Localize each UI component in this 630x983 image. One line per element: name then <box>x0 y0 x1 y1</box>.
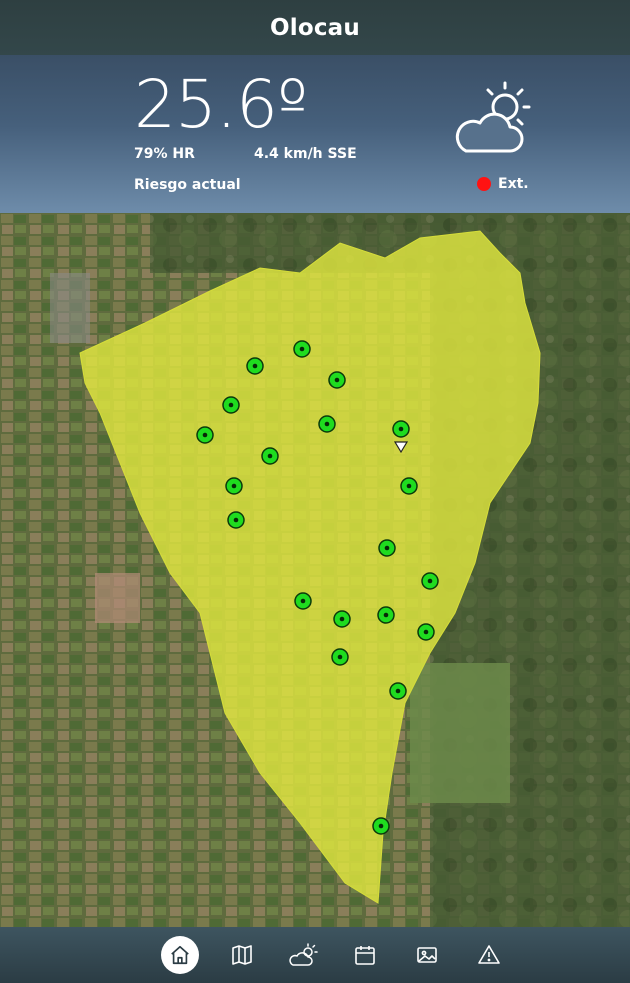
nav-alerts[interactable] <box>471 937 507 973</box>
station-marker[interactable] <box>421 572 439 590</box>
map-canvas[interactable] <box>0 213 630 927</box>
station-marker[interactable] <box>227 511 245 529</box>
risk-level-indicator: Ext. <box>477 176 529 192</box>
temperature-value: 25.6º <box>134 66 308 143</box>
station-marker[interactable] <box>261 447 279 465</box>
station-marker[interactable] <box>392 420 410 438</box>
station-marker[interactable] <box>333 610 351 628</box>
nav-map[interactable] <box>224 937 260 973</box>
home-icon <box>171 945 189 965</box>
station-marker[interactable] <box>246 357 264 375</box>
bottom-nav <box>0 927 630 983</box>
station-marker[interactable] <box>328 371 346 389</box>
calendar-icon <box>355 946 375 965</box>
station-marker[interactable] <box>293 340 311 358</box>
weather-icon <box>289 943 318 966</box>
farm-plots <box>410 663 510 803</box>
station-marker[interactable] <box>400 477 418 495</box>
station-marker[interactable] <box>378 539 396 557</box>
image-icon <box>417 947 437 963</box>
page-title: Olocau <box>270 14 360 41</box>
alert-icon <box>478 945 500 964</box>
station-marker[interactable] <box>318 415 336 433</box>
humidity-value: 79% HR <box>134 146 195 162</box>
station-marker[interactable] <box>222 396 240 414</box>
station-marker[interactable] <box>225 477 243 495</box>
town-block <box>95 573 140 623</box>
risk-label: Riesgo actual <box>134 177 241 193</box>
station-marker[interactable] <box>377 606 395 624</box>
top-bar: Olocau <box>0 0 630 55</box>
map-icon <box>232 945 252 965</box>
station-marker[interactable] <box>389 682 407 700</box>
nav-home[interactable] <box>161 936 199 974</box>
station-marker[interactable] <box>294 592 312 610</box>
station-marker[interactable] <box>372 817 390 835</box>
station-marker[interactable] <box>196 426 214 444</box>
nav-forecast[interactable] <box>286 937 322 973</box>
partly-cloudy-sun-icon <box>455 81 531 153</box>
nav-calendar[interactable] <box>347 937 383 973</box>
weather-panel: 25.6º 79% HR 4.4 km/h SSE Riesgo actual … <box>0 55 630 213</box>
risk-map[interactable] <box>0 213 630 927</box>
station-marker[interactable] <box>331 648 349 666</box>
risk-dot <box>477 177 491 191</box>
wind-value: 4.4 km/h SSE <box>254 146 357 162</box>
nav-gallery[interactable] <box>409 937 445 973</box>
industrial-block <box>50 273 90 343</box>
risk-level-text: Ext. <box>498 176 529 192</box>
station-marker[interactable] <box>417 623 435 641</box>
